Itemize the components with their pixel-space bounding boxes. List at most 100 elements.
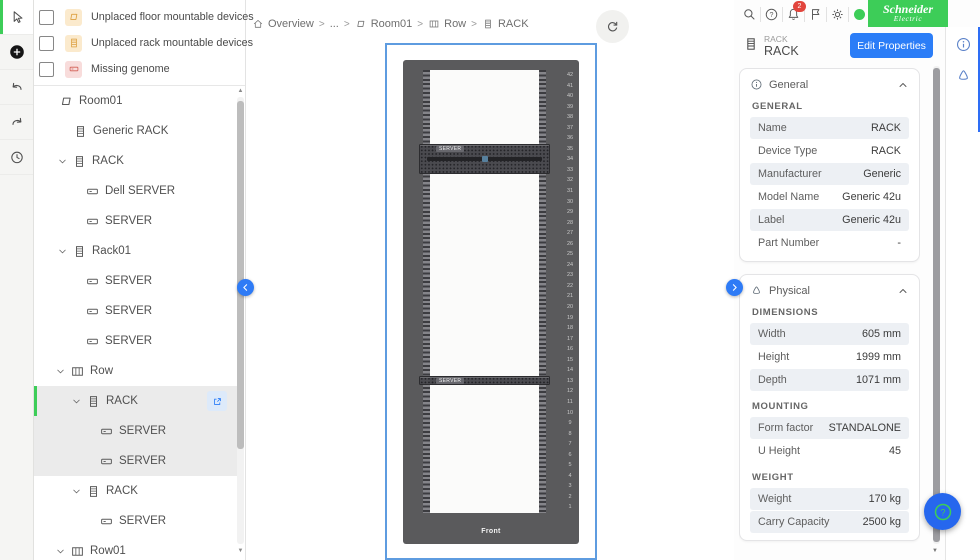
info-icon bbox=[955, 36, 972, 54]
u-number: 5 bbox=[564, 460, 576, 471]
account-status-button[interactable] bbox=[849, 7, 870, 22]
tree-item-rack[interactable]: RACK bbox=[33, 386, 237, 416]
history-icon bbox=[9, 149, 25, 165]
breadcrumb-separator: > bbox=[471, 19, 477, 30]
chevron-right-icon bbox=[729, 282, 740, 293]
history-tool-button[interactable] bbox=[0, 140, 33, 175]
scroll-down-icon[interactable]: ▼ bbox=[932, 548, 938, 554]
tree-item-server[interactable]: SERVER bbox=[33, 506, 237, 536]
help-button[interactable]: ? bbox=[761, 7, 783, 22]
checkbox[interactable] bbox=[39, 36, 54, 51]
device-label: SERVER bbox=[436, 378, 464, 384]
u-number: 33 bbox=[564, 165, 576, 176]
feedback-button[interactable] bbox=[805, 7, 827, 22]
breadcrumb-item-row[interactable]: Row bbox=[428, 18, 466, 30]
scroll-up-icon[interactable]: ▲ bbox=[237, 88, 244, 95]
tree-scrollbar[interactable]: ▲ ▼ bbox=[237, 88, 244, 558]
tree-item-room01[interactable]: Room01 bbox=[33, 86, 237, 116]
chevron-up-icon[interactable] bbox=[897, 79, 909, 91]
u-number: 35 bbox=[564, 144, 576, 155]
chevron-down-icon[interactable] bbox=[55, 366, 70, 377]
property-row-width: Width605 mm bbox=[750, 323, 909, 345]
floor-canvas[interactable]: Overview>...>Room01>Row>RACK SERVERSERVE… bbox=[245, 0, 734, 560]
tree-item-rack[interactable]: RACK bbox=[33, 476, 237, 506]
property-row-model-name: Model NameGeneric 42u bbox=[750, 186, 909, 208]
expand-right-panel-button[interactable] bbox=[726, 279, 743, 296]
notifications-button[interactable]: 2 bbox=[783, 7, 805, 22]
property-value: Generic bbox=[863, 168, 901, 180]
settings-button[interactable] bbox=[827, 7, 849, 22]
open-in-new-button[interactable] bbox=[207, 391, 227, 411]
search-icon bbox=[742, 7, 757, 22]
edit-properties-button[interactable]: Edit Properties bbox=[850, 33, 933, 58]
rack-elevation[interactable]: SERVERSERVER 424140393837363534333231302… bbox=[403, 60, 579, 544]
group-heading: GENERAL bbox=[752, 101, 907, 112]
tree-item-rack01[interactable]: Rack01 bbox=[33, 236, 237, 266]
legend-label: Unplaced rack mountable devices bbox=[91, 37, 253, 49]
property-label: Width bbox=[758, 328, 786, 340]
rotate-view-button[interactable] bbox=[596, 10, 629, 43]
group-heading: MOUNTING bbox=[752, 401, 907, 412]
rack-device-server[interactable]: SERVER bbox=[419, 144, 550, 175]
scrollbar-thumb[interactable] bbox=[933, 68, 940, 542]
section-title: Physical bbox=[769, 285, 810, 297]
info-panel-tab-button[interactable] bbox=[955, 36, 973, 54]
tree-item-server[interactable]: SERVER bbox=[33, 326, 237, 356]
property-label: Height bbox=[758, 351, 789, 363]
redo-tool-button[interactable] bbox=[0, 105, 33, 140]
tree-item-dell-server[interactable]: Dell SERVER bbox=[33, 176, 237, 206]
chevron-down-icon[interactable] bbox=[57, 246, 72, 257]
selected-device-type: RACK bbox=[764, 34, 788, 44]
tree-item-server[interactable]: SERVER bbox=[33, 446, 237, 476]
tree-item-label: SERVER bbox=[105, 305, 152, 317]
tree-item-label: Row bbox=[90, 365, 113, 377]
chevron-up-icon[interactable] bbox=[897, 285, 909, 297]
breadcrumb-item-rack[interactable]: RACK bbox=[482, 18, 529, 30]
chevron-down-icon[interactable] bbox=[71, 396, 86, 407]
breadcrumb-label: Room01 bbox=[371, 18, 413, 30]
rack-icon bbox=[482, 18, 494, 30]
u-number: 31 bbox=[564, 186, 576, 197]
tree-item-label: Row01 bbox=[90, 545, 126, 557]
add-tool-button[interactable] bbox=[0, 35, 33, 70]
properties-scrollbar[interactable] bbox=[933, 66, 940, 544]
collapse-left-panel-button[interactable] bbox=[237, 279, 254, 296]
section-header[interactable]: General bbox=[750, 78, 909, 91]
tree-item-row[interactable]: Row bbox=[33, 356, 237, 386]
breadcrumb-item-room01[interactable]: Room01 bbox=[355, 18, 413, 30]
u-number: 13 bbox=[564, 376, 576, 387]
search-button[interactable] bbox=[739, 7, 761, 22]
chevron-down-icon[interactable] bbox=[57, 156, 72, 167]
undo-tool-button[interactable] bbox=[0, 70, 33, 105]
tree-item-server[interactable]: SERVER bbox=[33, 296, 237, 326]
section-header[interactable]: Physical bbox=[750, 284, 909, 297]
tree-item-generic-rack[interactable]: Generic RACK bbox=[33, 116, 237, 146]
u-number: 39 bbox=[564, 102, 576, 113]
u-number: 37 bbox=[564, 123, 576, 134]
u-number: 16 bbox=[564, 344, 576, 355]
alarms-tab-button[interactable] bbox=[955, 67, 973, 85]
tree-item-server[interactable]: SERVER bbox=[33, 206, 237, 236]
section-card-physical: PhysicalDIMENSIONSWidth605 mmHeight1999 … bbox=[739, 274, 920, 541]
property-row-u-height: U Height45 bbox=[750, 440, 909, 462]
checkbox[interactable] bbox=[39, 10, 54, 25]
scrollbar-thumb[interactable] bbox=[237, 101, 244, 449]
checkbox[interactable] bbox=[39, 62, 54, 77]
select-tool-button[interactable] bbox=[0, 0, 33, 35]
rack-selection-outline[interactable]: SERVERSERVER 424140393837363534333231302… bbox=[385, 43, 597, 560]
rack-device-server[interactable]: SERVER bbox=[419, 376, 550, 386]
tree-item-server[interactable]: SERVER bbox=[33, 266, 237, 296]
chevron-down-icon[interactable] bbox=[71, 486, 86, 497]
tree-item-label: SERVER bbox=[105, 215, 152, 227]
tree-item-server[interactable]: SERVER bbox=[33, 416, 237, 446]
breadcrumb-item-[interactable]: ... bbox=[330, 18, 339, 30]
breadcrumb-label: Overview bbox=[268, 18, 314, 30]
chevron-down-icon[interactable] bbox=[55, 546, 70, 557]
legend-item-missing-genome: Missing genome bbox=[33, 56, 245, 82]
help-fab-button[interactable]: ? bbox=[924, 493, 961, 530]
breadcrumb-item-overview[interactable]: Overview bbox=[252, 18, 314, 30]
tree-item-rack[interactable]: RACK bbox=[33, 146, 237, 176]
tree-item-row01[interactable]: Row01 bbox=[33, 536, 237, 560]
scroll-down-icon[interactable]: ▼ bbox=[237, 548, 244, 555]
status-dot-icon bbox=[854, 9, 865, 20]
